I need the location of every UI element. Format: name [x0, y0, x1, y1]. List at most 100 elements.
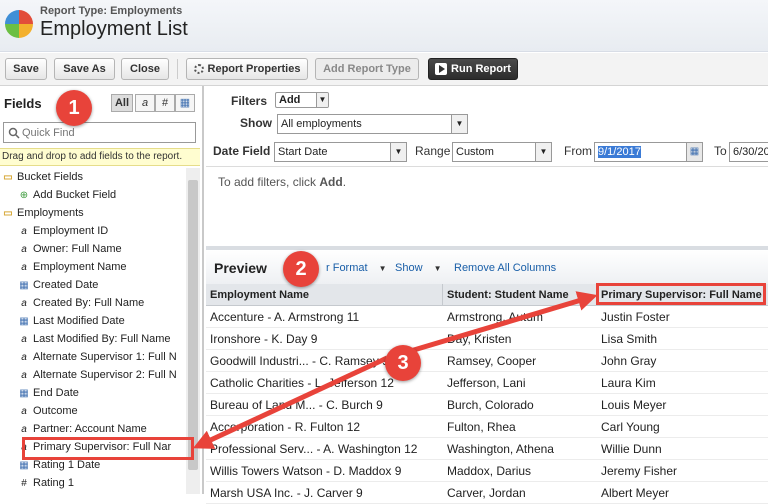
fields-title: Fields	[4, 96, 42, 111]
table-cell: John Gray	[601, 354, 657, 368]
callout-3: 3	[385, 345, 421, 381]
tree-field[interactable]: ▦ Created Date	[18, 276, 98, 294]
table-cell: Professional Serv... - A. Washington 12	[210, 442, 418, 456]
filter-date-button[interactable]: ▦	[175, 94, 195, 112]
run-report-button[interactable]: Run Report	[428, 58, 518, 80]
report-type-label: Report Type: Employments	[40, 5, 183, 17]
tree-item-label: Alternate Supervisor 2: Full N	[33, 369, 177, 381]
tree-item-label: Last Modified Date	[33, 315, 125, 327]
calendar-icon[interactable]: ▦	[686, 143, 702, 161]
add-bucket-icon: ⊕	[19, 190, 29, 201]
to-date-value: 6/30/20	[733, 146, 768, 158]
empty-filters-text: To add filters, click Add.	[218, 175, 346, 189]
callout-2: 2	[283, 251, 319, 287]
range-value: Custom	[456, 146, 494, 158]
highlight-primary-supervisor-field	[22, 437, 194, 460]
tree-field[interactable]: a Alternate Supervisor 1: Full N	[18, 348, 176, 366]
tree-field[interactable]: a Owner: Full Name	[18, 240, 122, 258]
date-field-value: Start Date	[278, 146, 328, 158]
callout-1: 1	[56, 90, 92, 126]
text-field-icon: a	[21, 370, 27, 381]
tree-field[interactable]: a Last Modified By: Full Name	[18, 330, 170, 348]
date-field-select[interactable]: Start Date ▼	[274, 142, 407, 162]
date-field-label: Date Field	[213, 144, 271, 158]
tree-field[interactable]: a Partner: Account Name	[18, 420, 147, 438]
table-cell: Bureau of Land M... - C. Burch 9	[210, 398, 383, 412]
table-cell: Laura Kim	[601, 376, 656, 390]
fields-scrollbar-thumb[interactable]	[188, 180, 198, 470]
table-row: Bureau of Land M... - C. Burch 9 Burch, C…	[206, 394, 768, 416]
format-menu[interactable]: r Format ▼	[326, 262, 387, 274]
tree-field[interactable]: # Rating 1	[18, 474, 74, 492]
table-cell: Washington, Athena	[447, 442, 554, 456]
table-cell: Willie Dunn	[601, 442, 662, 456]
empty-filters-add-link[interactable]: Add	[319, 175, 342, 189]
table-row: Accorporation - R. Fulton 12 Fulton, Rhea…	[206, 416, 768, 438]
tree-folder[interactable]: ▭ Employments	[2, 204, 83, 222]
report-properties-button[interactable]: Report Properties	[186, 58, 308, 80]
tree-item-label: Employment ID	[33, 225, 109, 237]
range-select[interactable]: Custom ▼	[452, 142, 552, 162]
table-cell: Louis Meyer	[601, 398, 667, 412]
date-field-icon: ▦	[19, 316, 29, 327]
close-button[interactable]: Close	[121, 58, 169, 80]
table-row: Willis Towers Watson - D. Maddox 9 Maddox…	[206, 460, 768, 482]
chevron-down-icon: ▼	[451, 115, 467, 133]
table-row: Catholic Charities - L. Jefferson 12 Jeff…	[206, 372, 768, 394]
filters-label: Filters	[231, 94, 268, 108]
tree-item-label: Employment Name	[33, 261, 127, 273]
filter-all-button[interactable]: All	[111, 94, 133, 112]
filter-text-button[interactable]: a	[135, 94, 155, 112]
tree-field[interactable]: a Employment ID	[18, 222, 108, 240]
from-date-input[interactable]: 9/1/2017 ▦	[594, 142, 703, 162]
table-row: Professional Serv... - A. Washington 12 W…	[206, 438, 768, 460]
to-date-input[interactable]: 6/30/20	[729, 142, 768, 162]
table-cell: Albert Meyer	[601, 486, 670, 500]
show-menu-label: Show	[395, 262, 423, 274]
show-select[interactable]: All employments ▼	[277, 114, 468, 134]
add-report-type-button[interactable]: Add Report Type	[315, 58, 419, 80]
quick-find-field[interactable]	[22, 125, 192, 140]
fields-panel: Fields All a # ▦ Drag and drop to add fi…	[0, 86, 204, 494]
table-cell: Accenture - A. Armstrong 11	[210, 310, 360, 324]
date-field-icon: ▦	[19, 280, 29, 291]
remove-all-columns-link[interactable]: Remove All Columns	[454, 262, 556, 274]
tree-field[interactable]: a Outcome	[18, 402, 77, 420]
tree-folder[interactable]: ▭ Bucket Fields	[2, 168, 83, 186]
text-field-icon: a	[21, 262, 27, 273]
quick-find-input[interactable]	[3, 122, 196, 143]
to-label: To	[714, 144, 727, 158]
table-cell: Accorporation - R. Fulton 12	[210, 420, 361, 434]
play-icon	[435, 63, 448, 75]
add-filter-dropdown[interactable]: Add ▼	[275, 92, 329, 108]
tree-field[interactable]: ⊕ Add Bucket Field	[18, 186, 116, 204]
tree-field[interactable]: ▦ Last Modified Date	[18, 312, 125, 330]
tree-item-label: Owner: Full Name	[33, 243, 122, 255]
filters-area: Filters Add ▼ Show All employments ▼ Dat…	[206, 86, 768, 246]
tree-item-label: Add Bucket Field	[33, 189, 117, 201]
show-menu[interactable]: Show ▼	[395, 262, 442, 274]
column-header-employment-name[interactable]: Employment Name	[206, 284, 443, 306]
tree-field[interactable]: ▦ End Date	[18, 384, 79, 402]
filters-divider	[206, 166, 768, 167]
show-label: Show	[240, 116, 272, 130]
date-field-icon: ▦	[19, 388, 29, 399]
text-field-icon: a	[21, 298, 27, 309]
tree-field[interactable]: a Created By: Full Name	[18, 294, 144, 312]
save-button[interactable]: Save	[5, 58, 47, 80]
text-field-icon: a	[21, 244, 27, 255]
table-cell: Marsh USA Inc. - J. Carver 9	[210, 486, 363, 500]
chevron-down-icon: ▼	[316, 93, 328, 107]
toolbar-divider	[177, 59, 178, 79]
tree-field[interactable]: a Alternate Supervisor 2: Full N	[18, 366, 177, 384]
highlight-primary-supervisor-column	[596, 283, 766, 305]
tree-field[interactable]: a Employment Name	[18, 258, 127, 276]
show-select-value: All employments	[281, 118, 362, 130]
report-properties-label: Report Properties	[207, 63, 301, 75]
text-field-icon: a	[21, 334, 27, 345]
drag-drop-hint: Drag and drop to add fields to the repor…	[0, 148, 200, 166]
save-as-button[interactable]: Save As	[54, 58, 115, 80]
filter-number-button[interactable]: #	[155, 94, 175, 112]
preview-title: Preview	[214, 260, 267, 276]
column-header-student-name[interactable]: Student: Student Name	[443, 284, 597, 306]
